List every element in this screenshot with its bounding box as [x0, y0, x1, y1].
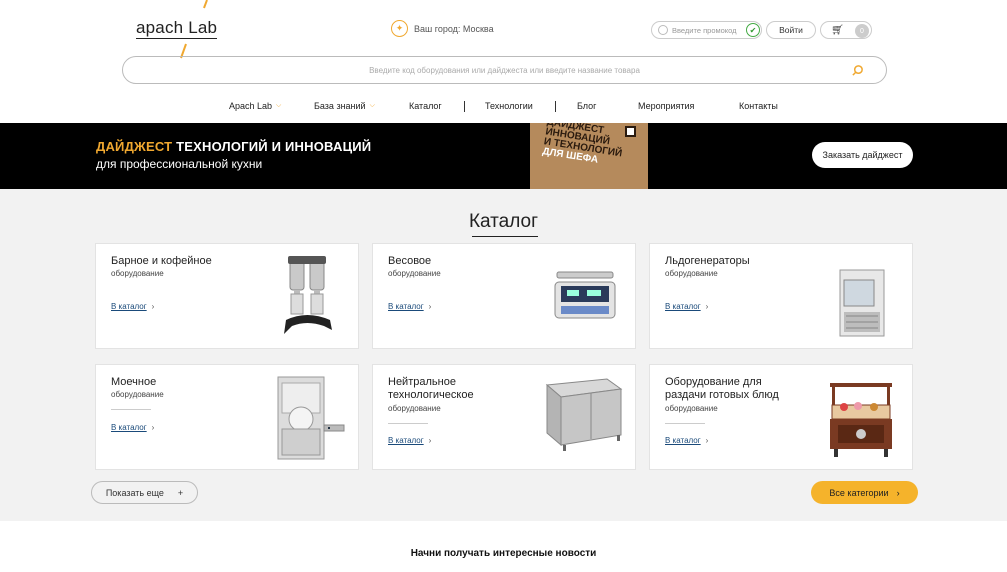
- card-link[interactable]: В каталог ›: [665, 302, 708, 311]
- location-icon: ✦: [391, 20, 408, 37]
- card-link-label: В каталог: [388, 436, 424, 445]
- chevron-down-icon: ⌵: [276, 102, 282, 109]
- cart-button[interactable]: 🛒︎ 0: [820, 21, 872, 39]
- card-subtitle: оборудование: [111, 390, 164, 399]
- chevron-down-icon: ⌵: [369, 102, 375, 109]
- card-link-label: В каталог: [388, 302, 424, 311]
- nav-item-blog[interactable]: Блог: [577, 101, 596, 111]
- book-cover-text: ДАЙДЖЕСТ ИННОВАЦИЙ И ТЕХНОЛОГИЙ ДЛЯ ШЕФА: [541, 123, 646, 173]
- order-digest-button[interactable]: Заказать дайджест: [812, 142, 913, 168]
- card-link[interactable]: В каталог ›: [665, 436, 708, 445]
- newsletter-title: Начни получать интересные новости: [410, 548, 597, 559]
- nav-divider: [464, 101, 465, 112]
- chevron-right-icon: ›: [896, 487, 900, 498]
- city-label: Ваш город: Москва: [414, 23, 494, 34]
- card-divider: [388, 423, 428, 424]
- nav-item-events[interactable]: Мероприятия: [638, 101, 694, 111]
- chevron-right-icon: ›: [428, 302, 432, 311]
- card-title: Моечное: [111, 376, 157, 388]
- card-divider: [111, 409, 151, 410]
- nav-item-technologies[interactable]: Технологии: [485, 101, 533, 111]
- card-link[interactable]: В каталог ›: [388, 436, 431, 445]
- nav-label: Каталог: [409, 101, 442, 111]
- main-nav: Apach Lab ⌵ База знаний ⌵ Каталог Технол…: [0, 99, 1007, 117]
- catalog-card-serving[interactable]: Оборудование для раздачи готовых блюд об…: [649, 364, 913, 470]
- card-title: Барное и кофейное: [111, 255, 212, 267]
- card-divider: [665, 423, 705, 424]
- nav-label: Мероприятия: [638, 101, 695, 111]
- table-icon: [545, 378, 623, 451]
- catalog-card-dishwashing[interactable]: Моечное оборудование В каталог ›: [95, 364, 359, 470]
- login-button[interactable]: Войти: [766, 21, 816, 39]
- city-selector[interactable]: ✦ Ваш город: Москва: [391, 20, 494, 37]
- banner-title-accent: ДАЙДЖЕСТ: [96, 139, 173, 154]
- catalog-title: Каталог: [468, 211, 539, 232]
- promo-info-icon: [658, 25, 668, 35]
- catalog-card-neutral[interactable]: Нейтральное технологическое оборудование…: [372, 364, 636, 470]
- chevron-right-icon: ›: [705, 436, 709, 445]
- card-link[interactable]: В каталог ›: [388, 302, 431, 311]
- card-title: Нейтральное технологическое: [388, 376, 474, 401]
- dishwasher-icon: [277, 376, 345, 460]
- nav-label: Технологии: [485, 101, 533, 111]
- search-input[interactable]: [123, 57, 886, 83]
- show-more-label: Показать еще: [105, 487, 164, 498]
- buffet-icon: [830, 383, 892, 457]
- card-title: Оборудование для раздачи готовых блюд: [665, 376, 779, 401]
- all-categories-label: Все категории: [829, 487, 889, 498]
- catalog-card-scales[interactable]: Весовое оборудование В каталог ›: [372, 243, 636, 349]
- nav-item-knowledge-base[interactable]: База знаний ⌵: [314, 101, 375, 111]
- catalog-card-ice-makers[interactable]: Льдогенераторы оборудование В каталог ›: [649, 243, 913, 349]
- card-subtitle: оборудование: [665, 404, 718, 413]
- cart-count: 0: [855, 24, 869, 38]
- blender-icon: [284, 256, 332, 334]
- nav-label: Apach Lab: [229, 101, 273, 111]
- chevron-right-icon: ›: [428, 436, 432, 445]
- banner-title: ДАЙДЖЕСТ ТЕХНОЛОГИЙ И ИННОВАЦИЙ: [96, 139, 371, 154]
- nav-item-contacts[interactable]: Контакты: [739, 101, 778, 111]
- catalog-section: [0, 189, 1007, 521]
- chevron-right-icon: ›: [151, 423, 155, 432]
- show-more-button[interactable]: Показать еще +: [91, 481, 198, 504]
- card-subtitle: оборудование: [388, 269, 441, 278]
- card-title: Весовое: [388, 255, 432, 267]
- all-categories-button[interactable]: Все категории ›: [811, 481, 918, 504]
- nav-label: База знаний: [314, 101, 366, 111]
- scale-icon: [554, 271, 616, 319]
- banner-title-rest: ТЕХНОЛОГИЙ И ИННОВАЦИЙ: [172, 139, 372, 154]
- card-link-label: В каталог: [665, 302, 701, 311]
- nav-item-apach-lab[interactable]: Apach Lab ⌵: [229, 101, 281, 111]
- ice-maker-icon: [839, 269, 885, 337]
- check-icon[interactable]: ✔: [746, 23, 760, 37]
- chevron-right-icon: ›: [705, 302, 709, 311]
- banner-subtitle: для профессиональной кухни: [96, 157, 263, 171]
- card-link[interactable]: В каталог ›: [111, 423, 154, 432]
- search-bar: [122, 56, 887, 84]
- logo[interactable]: apach Lab: [136, 18, 218, 39]
- nav-item-catalog[interactable]: Каталог: [409, 101, 442, 111]
- card-link-label: В каталог: [111, 423, 147, 432]
- catalog-card-bar[interactable]: Барное и кофейное оборудование В каталог…: [95, 243, 359, 349]
- card-subtitle: оборудование: [665, 269, 718, 278]
- nav-label: Блог: [577, 101, 597, 111]
- card-link-label: В каталог: [111, 302, 147, 311]
- nav-divider: [555, 101, 556, 112]
- card-link-label: В каталог: [665, 436, 701, 445]
- search-icon[interactable]: [851, 64, 864, 77]
- card-subtitle: оборудование: [111, 269, 164, 278]
- promo-placeholder: Введите промокод: [672, 25, 737, 35]
- title-underline: [472, 236, 538, 237]
- card-subtitle: оборудование: [388, 404, 441, 413]
- card-title: Льдогенераторы: [665, 255, 750, 267]
- plus-icon: +: [177, 487, 184, 498]
- card-link[interactable]: В каталог ›: [111, 302, 154, 311]
- digest-book-image: ДАЙДЖЕСТ ИННОВАЦИЙ И ТЕХНОЛОГИЙ ДЛЯ ШЕФА: [530, 123, 648, 189]
- nav-label: Контакты: [739, 101, 778, 111]
- logo-text: apach Lab: [136, 18, 218, 39]
- page: apach Lab ✦ Ваш город: Москва Введите пр…: [0, 0, 1007, 572]
- cart-icon: 🛒︎: [831, 24, 844, 36]
- chevron-right-icon: ›: [151, 302, 155, 311]
- promo-field[interactable]: Введите промокод ✔: [651, 21, 762, 39]
